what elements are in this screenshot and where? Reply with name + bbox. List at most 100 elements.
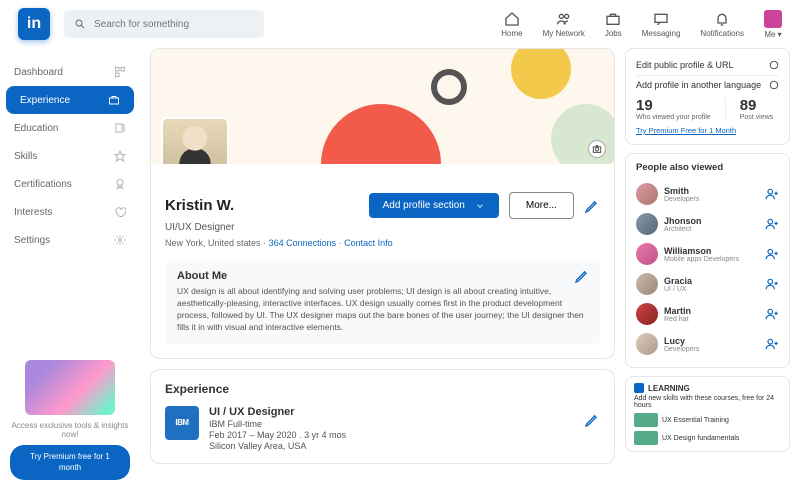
sidebar-item-experience[interactable]: Experience bbox=[6, 86, 134, 114]
stat-number: 89 bbox=[740, 97, 773, 114]
person-role: Architect bbox=[664, 226, 759, 233]
linkedin-learning-logo bbox=[634, 383, 644, 393]
profile-location: New York, United states bbox=[165, 238, 261, 248]
try-premium-button[interactable]: Try Premium free for 1 month bbox=[10, 445, 130, 480]
message-icon bbox=[653, 11, 669, 27]
company-line: IBM Full-time bbox=[209, 419, 346, 429]
profile-photo[interactable] bbox=[161, 117, 229, 164]
nav-notifications[interactable]: Notifications bbox=[700, 11, 744, 38]
nav-home[interactable]: Home bbox=[501, 11, 522, 38]
connections-link[interactable]: 364 Connections bbox=[269, 238, 337, 248]
posts-stat[interactable]: 89Post views bbox=[740, 97, 773, 121]
star-icon bbox=[114, 150, 126, 162]
people-row[interactable]: SmithDevelopers bbox=[636, 179, 779, 209]
sidebar-item-settings[interactable]: Settings bbox=[0, 226, 140, 254]
nav-messaging[interactable]: Messaging bbox=[642, 11, 681, 38]
edit-cover-button[interactable] bbox=[588, 140, 606, 158]
search-input[interactable] bbox=[94, 19, 254, 30]
connect-icon[interactable] bbox=[765, 217, 779, 231]
chevron-down-icon bbox=[475, 201, 485, 211]
top-nav: Home My Network Jobs Messaging Notificat… bbox=[501, 10, 782, 39]
book-icon bbox=[114, 122, 126, 134]
main-content: Kristin W. Add profile section More... U… bbox=[140, 48, 625, 500]
home-icon bbox=[504, 11, 520, 27]
people-row[interactable]: LucyDevelopers bbox=[636, 329, 779, 359]
sidebar-item-education[interactable]: Education bbox=[0, 114, 140, 142]
views-stat[interactable]: 19Who viewed your profile bbox=[636, 97, 711, 121]
sidebar: Dashboard Experience Education Skills Ce… bbox=[0, 48, 140, 500]
sidebar-label: Settings bbox=[14, 235, 50, 246]
connect-icon[interactable] bbox=[765, 247, 779, 261]
course-title: UX Design fundamentals bbox=[662, 435, 739, 442]
learning-item[interactable]: UX Design fundamentals bbox=[634, 431, 781, 445]
person-name: Smith bbox=[664, 186, 759, 196]
learning-card: LEARNING Add new skills with these cours… bbox=[625, 376, 790, 452]
bell-icon bbox=[714, 11, 730, 27]
badge-icon bbox=[114, 178, 126, 190]
edit-profile-button[interactable] bbox=[584, 198, 600, 214]
about-body: UX design is all about identifying and s… bbox=[177, 286, 588, 334]
connect-icon[interactable] bbox=[765, 337, 779, 351]
rail-people-title: People also viewed bbox=[636, 162, 779, 173]
edit-experience-button[interactable] bbox=[584, 412, 600, 428]
people-row[interactable]: WilliamsonMobile apps Developers bbox=[636, 239, 779, 269]
person-avatar bbox=[636, 183, 658, 205]
person-role: Mobile apps Developers bbox=[664, 256, 759, 263]
sidebar-item-skills[interactable]: Skills bbox=[0, 142, 140, 170]
person-role: Developers bbox=[664, 196, 759, 203]
sidebar-item-certifications[interactable]: Certifications bbox=[0, 170, 140, 198]
linkedin-logo[interactable]: in bbox=[18, 8, 50, 40]
promo-text: Access exclusive tools & insights now! bbox=[10, 421, 130, 439]
search-box[interactable] bbox=[64, 10, 264, 38]
contact-info-link[interactable]: Contact Info bbox=[344, 238, 393, 248]
more-button[interactable]: More... bbox=[509, 192, 574, 219]
person-name: Martin bbox=[664, 306, 759, 316]
sidebar-label: Certifications bbox=[14, 179, 72, 190]
stat-number: 19 bbox=[636, 97, 711, 114]
person-role: Red hat bbox=[664, 316, 759, 323]
heart-icon bbox=[114, 206, 126, 218]
nav-me[interactable]: Me ▾ bbox=[764, 10, 782, 39]
connect-icon[interactable] bbox=[765, 307, 779, 321]
person-avatar bbox=[636, 333, 658, 355]
people-row[interactable]: JhonsonArchitect bbox=[636, 209, 779, 239]
avatar-icon bbox=[764, 10, 782, 28]
location-line: Silicon Valley Area, USA bbox=[209, 441, 346, 451]
camera-icon bbox=[592, 144, 602, 154]
edit-public-url-link[interactable]: Edit public profile & URL bbox=[636, 60, 734, 70]
nav-label: Home bbox=[501, 29, 522, 38]
stat-label: Post views bbox=[740, 114, 773, 121]
connect-icon[interactable] bbox=[765, 277, 779, 291]
add-language-link[interactable]: Add profile in another language bbox=[636, 80, 761, 90]
sidebar-label: Experience bbox=[20, 95, 70, 106]
edit-about-button[interactable] bbox=[574, 268, 590, 284]
learning-item[interactable]: UX Essential Training bbox=[634, 413, 781, 427]
people-row[interactable]: MartinRed hat bbox=[636, 299, 779, 329]
nav-network[interactable]: My Network bbox=[543, 11, 585, 38]
person-role: UI / UX bbox=[664, 286, 759, 293]
sidebar-item-dashboard[interactable]: Dashboard bbox=[0, 58, 140, 86]
premium-link[interactable]: Try Premium Free for 1 Month bbox=[636, 126, 736, 135]
course-thumb bbox=[634, 413, 658, 427]
people-row[interactable]: GraciaUI / UX bbox=[636, 269, 779, 299]
topbar: in Home My Network Jobs Messaging Notifi… bbox=[0, 0, 800, 48]
connect-icon[interactable] bbox=[765, 187, 779, 201]
profile-tools-card: Edit public profile & URL Add profile in… bbox=[625, 48, 790, 145]
add-profile-section-button[interactable]: Add profile section bbox=[369, 193, 499, 218]
dates-line: Feb 2017 – May 2020 . 3 yr 4 mos bbox=[209, 430, 346, 440]
person-avatar bbox=[636, 243, 658, 265]
experience-item: IBM UI / UX Designer IBM Full-time Feb 2… bbox=[165, 406, 600, 451]
job-title: UI / UX Designer bbox=[209, 406, 346, 418]
nav-jobs[interactable]: Jobs bbox=[605, 11, 622, 38]
person-name: Lucy bbox=[664, 336, 759, 346]
profile-name: Kristin W. bbox=[165, 197, 234, 214]
gear-icon bbox=[114, 234, 126, 246]
nav-label: Messaging bbox=[642, 29, 681, 38]
sidebar-label: Dashboard bbox=[14, 67, 63, 78]
learning-subtitle: Add new skills with these courses, free … bbox=[634, 395, 781, 409]
sidebar-item-interests[interactable]: Interests bbox=[0, 198, 140, 226]
stat-label: Who viewed your profile bbox=[636, 114, 711, 121]
profile-card: Kristin W. Add profile section More... U… bbox=[150, 48, 615, 359]
experience-card: Experience IBM UI / UX Designer IBM Full… bbox=[150, 369, 615, 464]
sidebar-label: Education bbox=[14, 123, 58, 134]
